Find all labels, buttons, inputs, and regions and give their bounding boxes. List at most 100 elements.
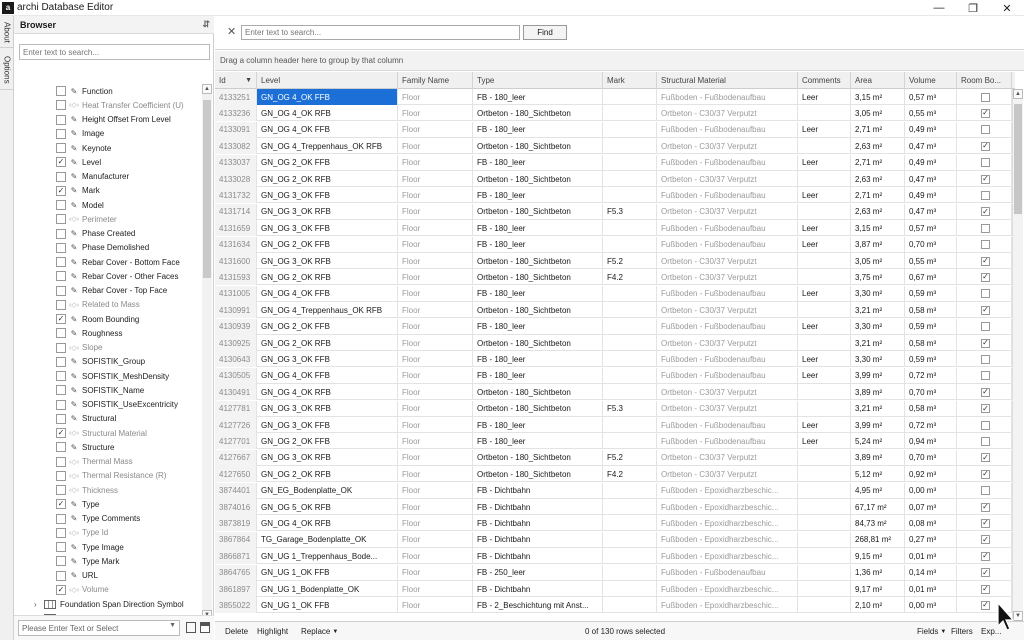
tree-item-checkbox[interactable] bbox=[56, 356, 66, 367]
structural-material-cell[interactable]: Ortbeton - C30/37 Verputzt bbox=[657, 400, 798, 417]
tree-item-checkbox[interactable] bbox=[56, 399, 66, 410]
volume-cell[interactable]: 0,55 m³ bbox=[905, 105, 957, 122]
type-cell[interactable]: FB - Dichtbahn bbox=[473, 499, 603, 515]
tree-item-checkbox[interactable] bbox=[56, 228, 66, 239]
maximize-button[interactable]: ❐ bbox=[956, 0, 990, 16]
area-cell[interactable]: 3,21 m² bbox=[851, 400, 905, 417]
room-bounding-checkbox[interactable] bbox=[981, 289, 990, 299]
structural-material-cell[interactable]: Ortbeton - C30/37 Verputzt bbox=[657, 203, 798, 220]
level-cell[interactable]: GN_OG 4_OK FFB bbox=[257, 367, 398, 384]
level-cell[interactable]: GN_OG 3_OK FFB bbox=[257, 417, 398, 433]
mark-cell[interactable] bbox=[603, 89, 657, 105]
structural-material-cell[interactable]: Ortbeton - C30/37 Verputzt bbox=[657, 335, 798, 351]
room-bounding-checkbox[interactable] bbox=[981, 371, 990, 381]
volume-cell[interactable]: 0,72 m³ bbox=[905, 417, 957, 433]
area-cell[interactable]: 3,99 m² bbox=[851, 417, 905, 433]
tree-item-checkbox[interactable]: ✓ bbox=[56, 157, 66, 168]
area-cell[interactable]: 3,89 m² bbox=[851, 384, 905, 401]
level-cell[interactable]: GN_OG 4_Treppenhaus_OK RFB bbox=[257, 302, 398, 319]
id-cell[interactable]: 4131714 bbox=[215, 203, 257, 220]
level-cell[interactable]: GN_UG 1_OK FFB bbox=[257, 564, 398, 581]
family-name-cell[interactable]: Floor bbox=[398, 515, 473, 532]
type-cell[interactable]: Ortbeton - 180_Sichtbeton bbox=[473, 466, 603, 483]
room-bounding-checkbox[interactable]: ✓ bbox=[981, 600, 990, 610]
room-bounding-cell[interactable] bbox=[957, 89, 1012, 105]
table-row[interactable]: 3866871 GN_UG 1_Treppenhaus_Bode... Floor F… bbox=[215, 548, 1012, 565]
area-cell[interactable]: 3,05 m² bbox=[851, 253, 905, 269]
table-row[interactable]: 4127650 GN_OG 2_OK RFB Floor Ortbeton - 180… bbox=[215, 466, 1012, 483]
family-name-cell[interactable]: Floor bbox=[398, 253, 473, 269]
id-cell[interactable]: 4130505 bbox=[215, 367, 257, 384]
tree-item[interactable]: ‹◇› Slope bbox=[14, 341, 202, 355]
tree-item[interactable]: ‹◇› Thermal Resistance (R) bbox=[14, 469, 202, 483]
family-name-cell[interactable]: Floor bbox=[398, 433, 473, 450]
volume-cell[interactable]: 0,00 m³ bbox=[905, 597, 957, 614]
tree-item-checkbox[interactable] bbox=[56, 456, 66, 467]
id-cell[interactable]: 4130643 bbox=[215, 351, 257, 368]
delete-button[interactable]: Delete bbox=[221, 624, 252, 639]
grid-scrollbar[interactable]: ▲ ▼ bbox=[1012, 89, 1023, 621]
id-cell[interactable]: 3867864 bbox=[215, 531, 257, 548]
table-row[interactable]: 4130925 GN_OG 2_OK RFB Floor Ortbeton - 180… bbox=[215, 335, 1012, 351]
mark-cell[interactable]: F5.3 bbox=[603, 400, 657, 417]
volume-cell[interactable]: 0,70 m³ bbox=[905, 236, 957, 253]
mark-cell[interactable]: F5.2 bbox=[603, 253, 657, 269]
structural-material-cell[interactable]: Fußboden - Fußbodenaufbau bbox=[657, 367, 798, 384]
category-select[interactable]: Please Enter Text or Select ▼ bbox=[18, 620, 180, 636]
chevron-right-icon[interactable]: › bbox=[34, 600, 44, 609]
room-bounding-checkbox[interactable]: ✓ bbox=[981, 108, 990, 118]
type-cell[interactable]: Ortbeton - 180_Sichtbeton bbox=[473, 253, 603, 269]
level-cell[interactable]: GN_OG 2_OK RFB bbox=[257, 466, 398, 483]
level-cell[interactable]: GN_OG 4_OK FFB bbox=[257, 285, 398, 302]
id-cell[interactable]: 4133082 bbox=[215, 138, 257, 155]
family-name-cell[interactable]: Floor bbox=[398, 417, 473, 433]
room-bounding-cell[interactable]: ✓ bbox=[957, 581, 1012, 597]
mark-cell[interactable] bbox=[603, 220, 657, 237]
tree-item-checkbox[interactable] bbox=[56, 470, 66, 481]
volume-cell[interactable]: 0,58 m³ bbox=[905, 400, 957, 417]
id-cell[interactable]: 4127781 bbox=[215, 400, 257, 417]
area-cell[interactable]: 1,36 m² bbox=[851, 564, 905, 581]
comments-cell[interactable] bbox=[798, 449, 851, 466]
volume-cell[interactable]: 0,00 m³ bbox=[905, 482, 957, 499]
family-name-cell[interactable]: Floor bbox=[398, 203, 473, 220]
area-cell[interactable]: 3,30 m² bbox=[851, 351, 905, 368]
tree-item-checkbox[interactable] bbox=[56, 485, 66, 495]
column-header[interactable]: Room Bo... bbox=[957, 72, 1012, 89]
tree-item[interactable]: ‹◇› Related to Mass bbox=[14, 298, 202, 312]
level-cell[interactable]: GN_OG 2_OK FFB bbox=[257, 236, 398, 253]
tree-item-checkbox[interactable]: ✓ bbox=[56, 428, 66, 438]
mark-cell[interactable] bbox=[603, 482, 657, 499]
table-row[interactable]: 3855022 GN_UG 1_OK FFB Floor FB - 2_Beschic… bbox=[215, 597, 1012, 614]
tree-item[interactable]: ✎ Roughness bbox=[14, 326, 202, 340]
comments-cell[interactable] bbox=[798, 564, 851, 581]
id-cell[interactable]: 4133091 bbox=[215, 121, 257, 138]
type-cell[interactable]: Ortbeton - 180_Sichtbeton bbox=[473, 105, 603, 122]
table-row[interactable]: 4131005 GN_OG 4_OK FFB Floor FB - 180_leer F… bbox=[215, 285, 1012, 302]
fields-button[interactable]: Fields ▼ bbox=[913, 624, 950, 639]
level-cell[interactable]: GN_OG 3_OK FFB bbox=[257, 220, 398, 237]
highlight-button[interactable]: Highlight bbox=[253, 624, 292, 639]
browser-scrollbar[interactable]: ▲ ▼ bbox=[202, 84, 212, 620]
room-bounding-cell[interactable] bbox=[957, 433, 1012, 450]
replace-button[interactable]: Replace ▼ bbox=[297, 624, 342, 639]
comments-cell[interactable] bbox=[798, 203, 851, 220]
family-name-cell[interactable]: Floor bbox=[398, 285, 473, 302]
mark-cell[interactable] bbox=[603, 515, 657, 532]
area-cell[interactable]: 2,71 m² bbox=[851, 121, 905, 138]
area-cell[interactable]: 3,99 m² bbox=[851, 367, 905, 384]
tree-item[interactable]: ✎ Image bbox=[14, 127, 202, 141]
tree-item-checkbox[interactable]: ✓ bbox=[56, 314, 66, 324]
volume-cell[interactable]: 0,07 m³ bbox=[905, 499, 957, 515]
tree-item-checkbox[interactable] bbox=[56, 385, 66, 396]
mark-cell[interactable] bbox=[603, 302, 657, 319]
id-cell[interactable]: 3866871 bbox=[215, 548, 257, 565]
volume-cell[interactable]: 0,49 m³ bbox=[905, 187, 957, 204]
level-cell[interactable]: GN_OG 3_OK RFB bbox=[257, 203, 398, 220]
tree-item-checkbox[interactable] bbox=[56, 128, 66, 139]
structural-material-cell[interactable]: Ortbeton - C30/37 Verputzt bbox=[657, 171, 798, 187]
tree-item[interactable]: ✓ ‹◇› Volume bbox=[14, 583, 202, 597]
volume-cell[interactable]: 0,59 m³ bbox=[905, 318, 957, 335]
tree-item-checkbox[interactable] bbox=[56, 556, 66, 567]
mark-cell[interactable] bbox=[603, 105, 657, 122]
